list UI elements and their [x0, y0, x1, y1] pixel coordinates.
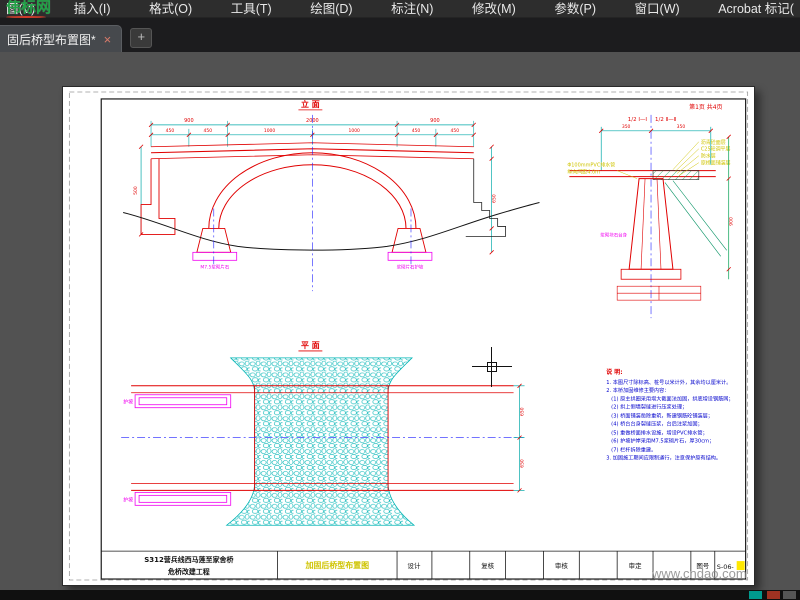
plan-title: 平 面 — [301, 341, 320, 350]
dim-text: 350 — [622, 124, 631, 130]
menu-modify[interactable]: 修改(M) — [470, 0, 518, 17]
menu-insert[interactable]: 插入(I) — [72, 0, 113, 17]
elevation-title: 立 面 — [301, 99, 320, 109]
note-line: (1) 原主拱圈采用增大截面法加固，拱底增设钢筋网； — [611, 395, 733, 403]
watermark-logo-swoosh — [6, 16, 46, 18]
notes-title: 说 明: — [606, 368, 622, 376]
note-line: 2. 本桥加固维修主要内容： — [606, 386, 669, 394]
layer-label: C25砼调平层 — [701, 146, 731, 153]
layer-label: 原桥面铺装层 — [701, 160, 731, 167]
footing-table — [616, 285, 702, 301]
dim-text: 650 — [520, 459, 526, 468]
half-section-label-left: 1/2 Ⅰ—Ⅰ — [628, 117, 648, 123]
dim-text: 900 — [729, 217, 735, 226]
paper-sheet: 第1页 共4页 立 面 900 2000 900 450 450 1000 10… — [62, 86, 755, 586]
project-name-line2: 危桥改建工程 — [167, 567, 210, 576]
embankment-slope-lines — [664, 180, 727, 257]
note-line: 3. 加固施工期间应限制通行，注意保护原有结构。 — [606, 454, 721, 462]
field-review: 审核 — [555, 561, 568, 570]
drawing-canvas[interactable]: 第1页 共4页 立 面 900 2000 900 450 450 1000 10… — [0, 52, 800, 590]
dim-text: 1000 — [264, 128, 276, 134]
menu-dimension[interactable]: 标注(N) — [389, 0, 435, 17]
pier-material-label: M7.5浆砌片石 — [200, 263, 229, 270]
slope-material-label: 浆砌片石护坡 — [397, 263, 424, 270]
dim-text: 1000 — [349, 128, 361, 134]
menu-format[interactable]: 格式(O) — [147, 0, 194, 17]
note-line: (6) 护坡护岸采用M7.5浆砌片石，厚30cm； — [611, 437, 714, 445]
menu-parametric[interactable]: 参数(P) — [552, 0, 598, 17]
note-line: (2) 拱上侧墙裂缝进行压浆处理； — [611, 403, 687, 411]
title-block: S312营兵线西马莲至家舍桥 危桥改建工程 加固后桥型布置图 设计 复核 审核 … — [101, 550, 746, 580]
dim-text: 450 — [412, 128, 421, 134]
slope-label-bottom: 护坡 — [123, 496, 133, 503]
elevation-view: 立 面 900 2000 900 450 450 1000 1000 450 4… — [123, 99, 540, 292]
note-line: (4) 桥台台身裂缝压浆，台后注浆加固； — [611, 420, 702, 428]
field-design: 设计 — [408, 561, 421, 570]
note-line: 1. 本图尺寸除标高、桩号以米计外，其余均以厘米计。 — [606, 378, 731, 386]
dim-text: 650 — [492, 194, 498, 203]
status-indicator-red[interactable] — [767, 591, 780, 599]
document-tab-bar: 固后桥型布置图* × + — [0, 18, 800, 52]
wall-material-label: 浆砌块石台身 — [600, 231, 627, 238]
drawing-name: 加固后桥型布置图 — [304, 560, 369, 570]
tab-bridge-layout[interactable]: 固后桥型布置图* × — [0, 25, 123, 52]
slope-label-top: 护坡 — [123, 399, 133, 406]
sheet-frame — [68, 91, 749, 581]
menu-window[interactable]: 窗口(W) — [633, 0, 682, 17]
cad-application-window: 图(V) 插入(I) 格式(O) 工具(T) 绘图(D) 标注(N) 修改(M)… — [0, 0, 800, 600]
dim-text: 450 — [166, 128, 175, 134]
slope-protection-strips — [134, 394, 232, 506]
field-check: 复核 — [481, 561, 494, 570]
bridge-piers — [196, 227, 427, 253]
ground-line — [123, 202, 540, 251]
site-watermark: www.cndao.com — [652, 566, 747, 581]
menu-tools[interactable]: 工具(T) — [229, 0, 274, 17]
watermark-logo: 伟标网 — [6, 0, 52, 18]
dim-text: 650 — [520, 407, 526, 416]
half-section-label-right: 1/2 Ⅱ—Ⅱ — [655, 117, 677, 123]
dim-text: 450 — [451, 128, 460, 134]
status-indicator-teal[interactable] — [749, 591, 762, 599]
dim-text: 450 — [204, 128, 213, 134]
menu-draw[interactable]: 绘图(D) — [308, 0, 354, 17]
new-tab-button[interactable]: + — [130, 28, 153, 48]
status-bar — [0, 590, 800, 600]
section-dim-top — [600, 126, 712, 171]
cross-section-view: 1/2 Ⅰ—Ⅰ 1/2 Ⅱ—Ⅱ 350 350 沥青砼面层 C25砼调平层 防水… — [567, 114, 735, 319]
dim-text: 500 — [133, 186, 139, 195]
dim-text: 900 — [184, 118, 193, 124]
tab-close-icon[interactable]: × — [104, 33, 112, 46]
drain-pipe-spacing: 纵向间距4.0m — [567, 169, 600, 176]
plan-view: 平 面 护坡 护坡 650 650 — [121, 341, 526, 526]
dim-text: 900 — [430, 118, 439, 124]
note-line: (5) 重做桥面排水设施，增设PVC排水管； — [611, 429, 708, 437]
drain-pipe-label: Φ100mmPVC排水管 — [567, 162, 615, 169]
dim-text: 350 — [677, 124, 686, 130]
tab-title: 固后桥型布置图* — [7, 32, 96, 47]
layer-label: 防水层 — [701, 153, 716, 160]
page-info: 第1页 共4页 — [689, 103, 722, 111]
status-indicator-gray[interactable] — [783, 591, 796, 599]
field-approve: 审定 — [629, 561, 642, 570]
layer-label: 沥青砼面层 — [701, 139, 726, 146]
project-name-line1: S312营兵线西马莲至家舍桥 — [144, 555, 233, 564]
pipe-leader — [617, 170, 638, 179]
note-line: (7) 栏杆拆除重建。 — [611, 446, 656, 454]
watermark-logo-text: 伟标网 — [6, 0, 52, 16]
drawing-sheet-svg: 第1页 共4页 立 面 900 2000 900 450 450 1000 10… — [68, 91, 749, 581]
abutment-right-steps — [465, 158, 507, 237]
menu-bar: 图(V) 插入(I) 格式(O) 工具(T) 绘图(D) 标注(N) 修改(M)… — [0, 0, 800, 18]
notes-block: 说 明: 1. 本图尺寸除标高、桩号以米计外，其余均以厘米计。 2. 本桥加固维… — [606, 368, 733, 462]
note-line: (3) 桥面铺装凿除重筑，新建钢筋砼铺装层； — [611, 412, 713, 420]
menu-acrobat[interactable]: Acrobat 标记( — [716, 0, 796, 17]
